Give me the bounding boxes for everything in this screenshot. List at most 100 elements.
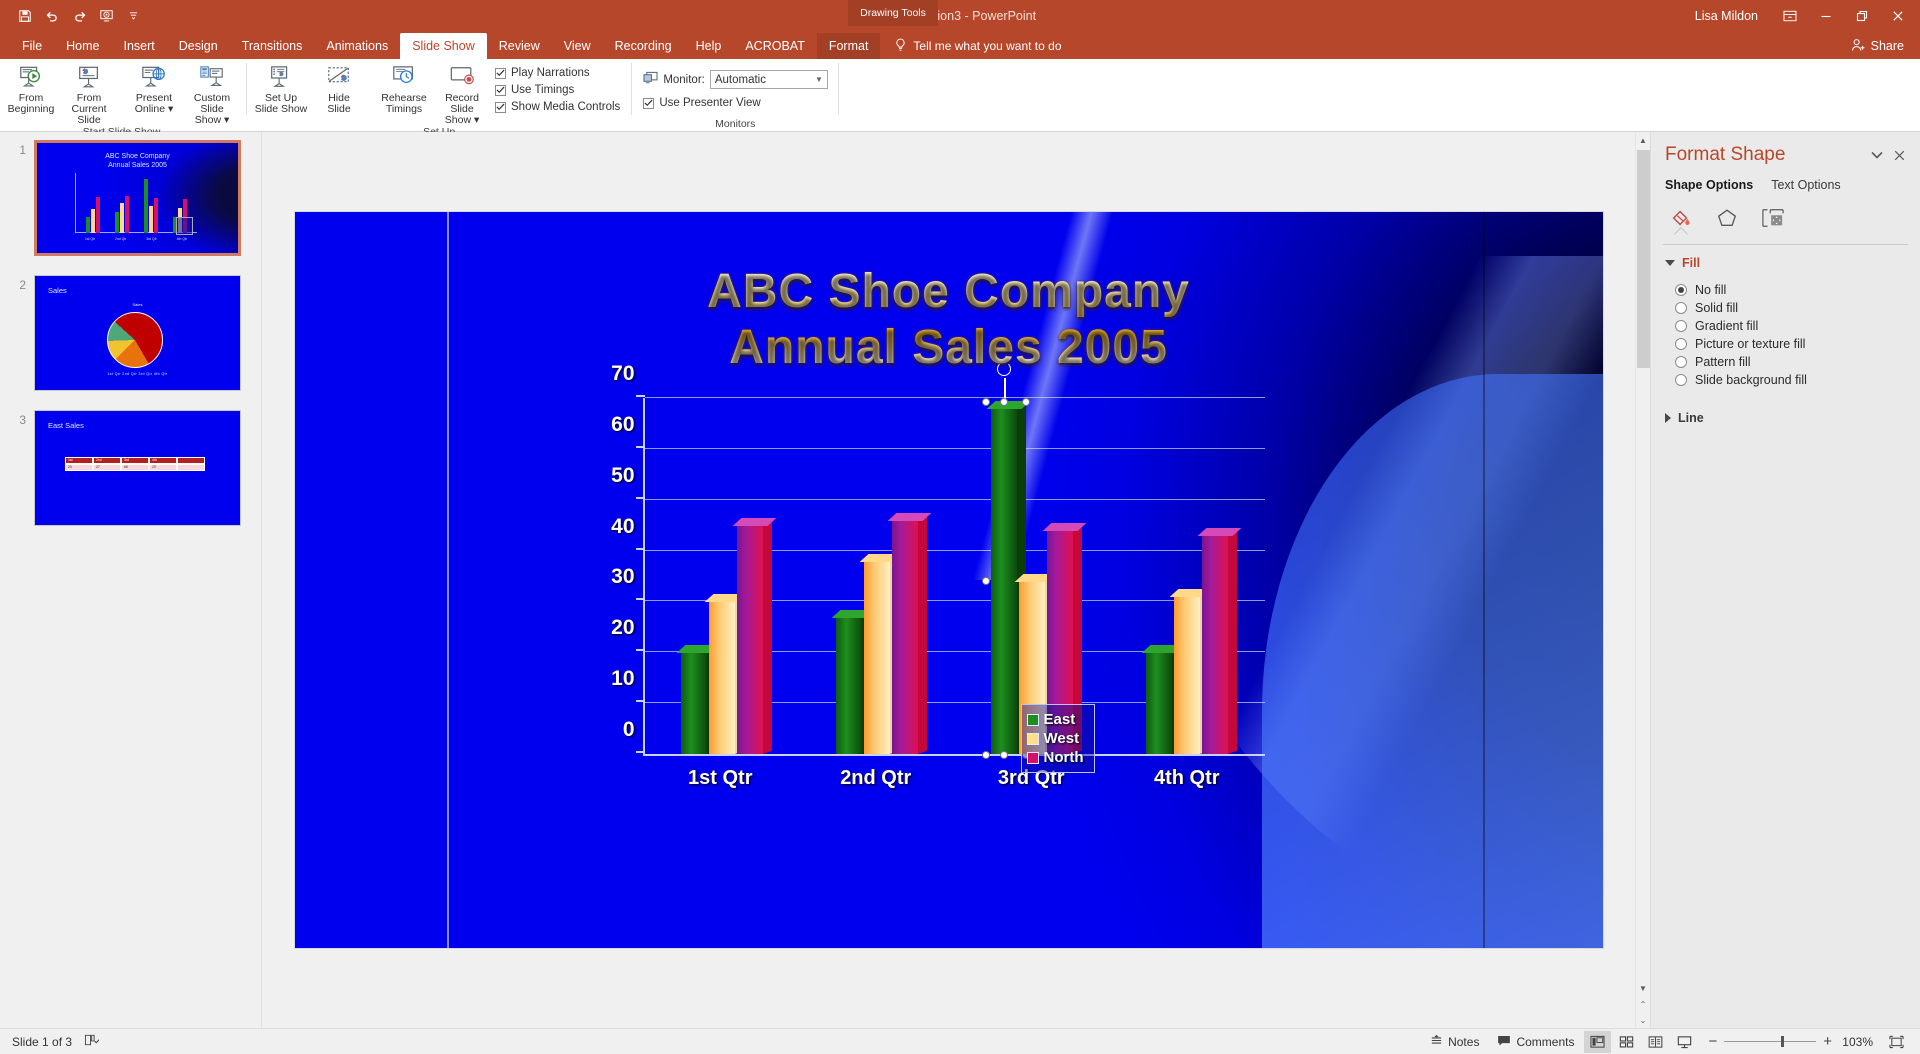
start-from-beginning-icon[interactable] xyxy=(93,4,119,28)
solid-fill-radio[interactable]: Solid fill xyxy=(1675,301,1920,315)
user-account-name[interactable]: Lisa Mildon xyxy=(1695,9,1758,23)
chart-object[interactable]: 70 60 50 40 30 20 10 0 1st Qtr 2nd Qtr 3… xyxy=(595,362,1265,798)
tab-text-options[interactable]: Text Options xyxy=(1771,178,1840,195)
bar-west-4th-qtr[interactable] xyxy=(1169,589,1214,754)
reading-view-button[interactable] xyxy=(1642,1031,1669,1053)
from-beginning-button[interactable]: From Beginning xyxy=(2,62,60,115)
bar-north-4th-qtr[interactable] xyxy=(1197,528,1242,754)
slide-editing-canvas[interactable]: ABC Shoe Company Annual Sales 2005 70 60… xyxy=(262,132,1635,1028)
show-media-controls-checkbox[interactable]: Show Media Controls xyxy=(495,101,620,113)
slide-thumbnail-2[interactable]: 2 Sales Sales 1st Qtr 2nd Qtr 3rd Qtr 4t… xyxy=(0,275,261,391)
bar-west-1st-qtr[interactable] xyxy=(704,594,749,754)
chevron-down-icon[interactable] xyxy=(1866,144,1888,166)
tab-home[interactable]: Home xyxy=(54,33,111,59)
pattern-fill-radio[interactable]: Pattern fill xyxy=(1675,355,1920,369)
scrollbar-thumb[interactable] xyxy=(1636,150,1650,368)
record-slide-show-button[interactable]: Record Slide Show ▾ xyxy=(433,62,491,126)
bar-north-1st-qtr[interactable] xyxy=(732,518,777,754)
slide-sorter-view-button[interactable] xyxy=(1613,1031,1640,1053)
use-presenter-view-checkbox[interactable]: Use Presenter View xyxy=(643,97,828,109)
bar-east-2nd-qtr[interactable] xyxy=(831,609,876,754)
gradient-fill-radio[interactable]: Gradient fill xyxy=(1675,319,1920,333)
tab-file[interactable]: File xyxy=(10,33,54,59)
slide-background-fill-radio[interactable]: Slide background fill xyxy=(1675,373,1920,387)
zoom-control[interactable]: − + 103% xyxy=(1700,1033,1881,1050)
zoom-level[interactable]: 103% xyxy=(1839,1035,1873,1049)
share-button[interactable]: Share xyxy=(1851,33,1920,59)
bar-north-2nd-qtr[interactable] xyxy=(887,513,932,754)
restore-icon[interactable] xyxy=(1844,0,1880,31)
tab-shape-options[interactable]: Shape Options xyxy=(1665,178,1753,195)
zoom-out-button[interactable]: − xyxy=(1708,1033,1717,1050)
zoom-in-button[interactable]: + xyxy=(1823,1033,1832,1050)
tab-insert[interactable]: Insert xyxy=(112,33,167,59)
size-and-properties-icon[interactable] xyxy=(1759,205,1787,231)
slide-title[interactable]: ABC Shoe Company Annual Sales 2005 xyxy=(295,264,1603,376)
scroll-down-icon[interactable]: ▼ xyxy=(1636,980,1651,996)
comments-button[interactable]: Comments xyxy=(1489,1031,1582,1053)
slide-thumbnail-3[interactable]: 3 East Sales 1st 2nd 3rd 4th 20 27 68 20 xyxy=(0,410,261,526)
bar-west-2nd-qtr[interactable] xyxy=(859,553,904,754)
use-timings-checkbox[interactable]: Use Timings xyxy=(495,84,620,96)
close-icon[interactable] xyxy=(1880,0,1916,31)
bar-east-4th-qtr[interactable] xyxy=(1141,645,1186,754)
selection-handle-ml[interactable] xyxy=(982,577,990,586)
tab-help[interactable]: Help xyxy=(684,33,734,59)
tab-view[interactable]: View xyxy=(552,33,603,59)
fill-and-line-icon[interactable] xyxy=(1667,205,1695,231)
fit-to-window-icon[interactable] xyxy=(1883,1031,1910,1053)
rehearse-timings-button[interactable]: Rehearse Timings xyxy=(375,62,433,115)
tab-transitions[interactable]: Transitions xyxy=(230,33,315,59)
save-icon[interactable] xyxy=(12,4,38,28)
ribbon-display-options-icon[interactable] xyxy=(1772,0,1808,31)
minimize-icon[interactable] xyxy=(1808,0,1844,31)
slide-thumbnail-1[interactable]: 1 ABC Shoe Company Annual Sales 2005 1st… xyxy=(0,140,261,256)
scroll-up-icon[interactable]: ▲ xyxy=(1636,132,1651,148)
previous-slide-icon[interactable]: ⌃ xyxy=(1636,996,1651,1012)
hide-slide-button[interactable]: Hide Slide xyxy=(310,62,368,115)
tab-acrobat[interactable]: ACROBAT xyxy=(733,33,817,59)
slide-thumbnail-pane[interactable]: 1 ABC Shoe Company Annual Sales 2005 1st… xyxy=(0,132,262,1028)
redo-icon[interactable] xyxy=(66,4,92,28)
undo-icon[interactable] xyxy=(39,4,65,28)
caret-down-icon xyxy=(1665,260,1675,266)
picture-or-texture-fill-radio[interactable]: Picture or texture fill xyxy=(1675,337,1920,351)
bar-east-1st-qtr[interactable] xyxy=(676,645,721,754)
fill-section-header[interactable]: Fill xyxy=(1651,245,1920,270)
next-slide-icon[interactable]: ⌄ xyxy=(1636,1012,1651,1028)
tab-recording[interactable]: Recording xyxy=(603,33,684,59)
accessibility-checker-icon[interactable] xyxy=(84,1033,100,1050)
normal-view-button[interactable] xyxy=(1584,1030,1612,1053)
notes-button[interactable]: Notes xyxy=(1422,1031,1487,1053)
tab-format[interactable]: Format xyxy=(816,33,881,59)
rotation-handle[interactable] xyxy=(997,362,1011,377)
monitor-dropdown[interactable]: Automatic ▼ xyxy=(709,70,828,89)
chart-legend[interactable]: East West North xyxy=(1020,704,1095,773)
present-online-button[interactable]: Present Online ▾ xyxy=(125,62,183,115)
tab-design[interactable]: Design xyxy=(167,33,230,59)
set-up-slide-show-button[interactable]: Set Up Slide Show xyxy=(252,62,310,115)
tab-review[interactable]: Review xyxy=(487,33,552,59)
selection-handle-tr[interactable] xyxy=(1022,398,1030,407)
tab-animations[interactable]: Animations xyxy=(314,33,400,59)
effects-pentagon-icon[interactable] xyxy=(1713,205,1741,231)
slide-1[interactable]: ABC Shoe Company Annual Sales 2005 70 60… xyxy=(294,212,1603,948)
zoom-slider-knob[interactable] xyxy=(1781,1036,1785,1047)
line-section-header[interactable]: Line xyxy=(1651,391,1920,425)
from-current-slide-button[interactable]: From Current Slide xyxy=(60,62,118,126)
canvas-vertical-scrollbar[interactable]: ▲ ▼ ⌃ ⌄ xyxy=(1635,132,1651,1028)
custom-slide-show-button[interactable]: Custom Slide Show ▾ xyxy=(183,62,241,126)
tell-me-search[interactable]: Tell me what you want to do xyxy=(894,33,1062,59)
share-person-icon xyxy=(1851,38,1866,55)
customize-quick-access-toolbar-icon[interactable] xyxy=(120,4,146,28)
close-icon[interactable] xyxy=(1888,144,1910,166)
format-shape-pane[interactable]: Format Shape Shape Options Text Options xyxy=(1650,132,1920,1028)
play-narrations-checkbox[interactable]: Play Narrations xyxy=(495,67,620,79)
slide-show-view-button[interactable] xyxy=(1671,1031,1698,1053)
scrollbar-track[interactable] xyxy=(1635,148,1651,980)
zoom-slider[interactable] xyxy=(1724,1036,1817,1047)
bar-east-3rd-qtr[interactable] xyxy=(982,362,1031,759)
tab-slide-show[interactable]: Slide Show xyxy=(400,33,487,59)
no-fill-radio[interactable]: No fill xyxy=(1675,283,1920,297)
slide-counter[interactable]: Slide 1 of 3 xyxy=(12,1035,72,1049)
